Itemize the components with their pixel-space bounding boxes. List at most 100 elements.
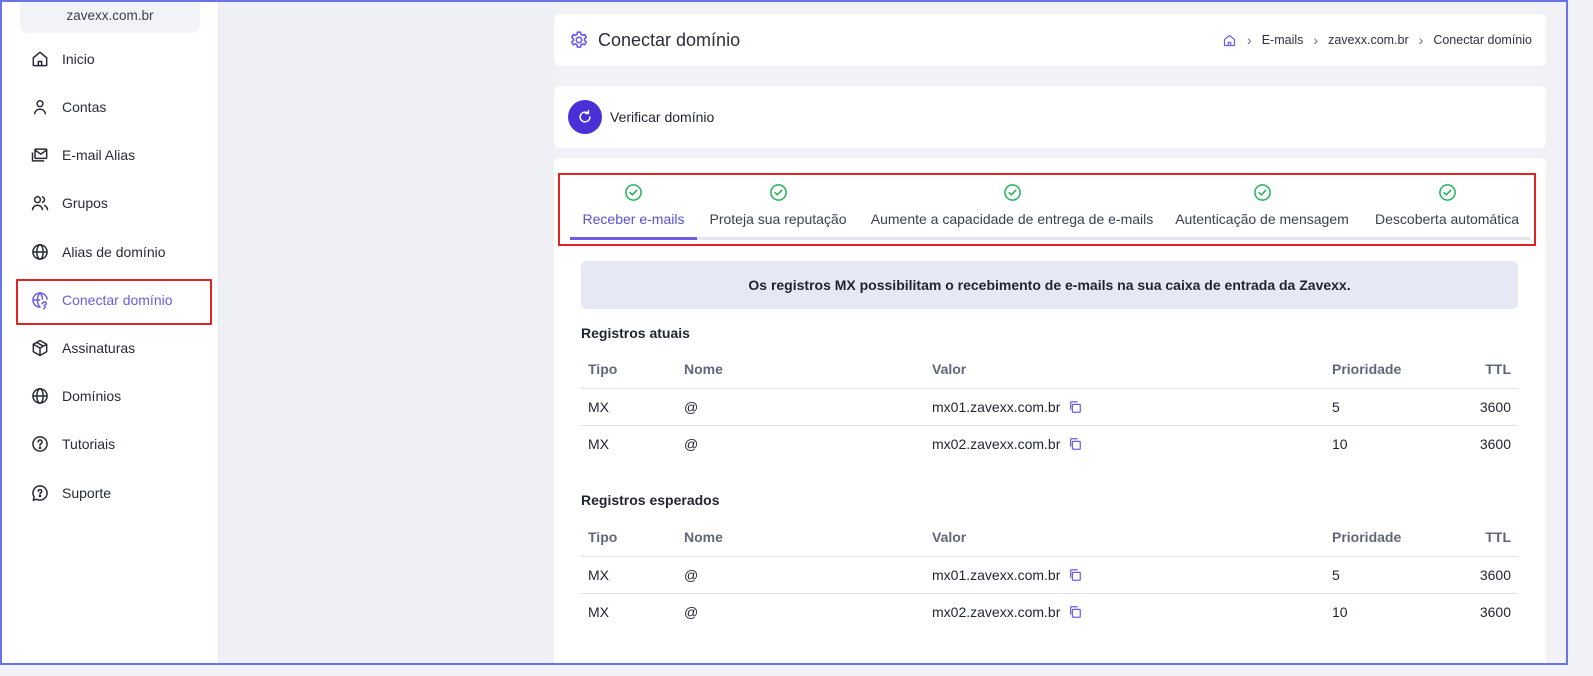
page-header: Conectar domínio › E-mails › zavexx.com.… (554, 14, 1546, 66)
cell-prioridade: 5 (1325, 556, 1445, 594)
tab-label: Descoberta automática (1375, 211, 1519, 227)
cell-ttl: 3600 (1445, 556, 1518, 594)
sidebar-item-label: Suporte (62, 485, 112, 501)
tab-label: Aumente a capacidade de entrega de e-mai… (870, 211, 1154, 227)
chat-help-icon (32, 485, 48, 501)
sidebar-item-label: Conectar domínio (62, 292, 173, 308)
column-header-tipo: Tipo (581, 351, 677, 389)
check-circle-icon (769, 184, 787, 201)
copy-icon[interactable] (1068, 568, 1082, 582)
copy-icon[interactable] (1068, 400, 1082, 414)
refresh-icon (579, 109, 591, 123)
sidebar-item-grupos[interactable]: Grupos (16, 183, 208, 223)
sidebar-item-dominios[interactable]: Domínios (16, 376, 208, 416)
tab-capacidade-entrega[interactable]: Aumente a capacidade de entrega de e-mai… (870, 179, 1154, 239)
cell-tipo: MX (588, 603, 609, 620)
sidebar-item-label: Domínios (62, 388, 122, 404)
chevron-right-icon: › (1313, 32, 1319, 48)
column-header-prioridade: Prioridade (1325, 519, 1445, 557)
help-circle-icon (32, 436, 48, 452)
cell-tipo: MX (588, 435, 609, 452)
sidebar-item-inicio[interactable]: Inicio (16, 39, 208, 79)
home-icon (32, 51, 48, 67)
column-header-valor: Valor (925, 351, 1325, 389)
home-icon[interactable] (1222, 33, 1237, 48)
current-records-title: Registros atuais (581, 325, 690, 341)
cell-valor-text: mx02.zavexx.com.br (932, 435, 1061, 452)
cell-ttl: 3600 (1445, 388, 1518, 426)
column-header-ttl: TTL (1445, 519, 1518, 557)
sidebar-item-contas[interactable]: Contas (16, 87, 208, 127)
cell-ttl: 3600 (1479, 603, 1511, 620)
sidebar-item-email-alias[interactable]: E-mail Alias (16, 135, 208, 175)
breadcrumb-emails[interactable]: E-mails (1262, 33, 1304, 47)
globe-icon (32, 388, 48, 404)
cell-valor-text: mx01.zavexx.com.br (932, 398, 1061, 415)
cell-prioridade: 10 (1332, 435, 1348, 452)
check-circle-icon (625, 184, 642, 201)
cell-tipo: MX (581, 556, 677, 594)
verify-domain-label[interactable]: Verificar domínio (610, 86, 714, 148)
check-circle-icon (1253, 184, 1271, 201)
cell-valor: mx01.zavexx.com.br (925, 388, 1325, 426)
cell-valor-text: mx01.zavexx.com.br (932, 566, 1061, 583)
column-header-prioridade: Prioridade (1325, 351, 1445, 389)
sidebar-item-label: Tutoriais (62, 436, 116, 452)
column-header-tipo: Tipo (581, 519, 677, 557)
globe-link-icon (32, 292, 48, 310)
chevron-right-icon: › (1418, 32, 1424, 48)
sidebar-item-label: Inicio (62, 51, 95, 67)
tab-active-indicator (570, 237, 697, 240)
sidebar-item-label: E-mail Alias (62, 147, 136, 163)
sidebar-item-tutoriais[interactable]: Tutoriais (16, 424, 208, 464)
cell-nome: @ (677, 388, 925, 426)
sidebar-item-alias-dominio[interactable]: Alias de domínio (16, 232, 208, 272)
sidebar-item-label: Grupos (62, 195, 108, 211)
copy-icon[interactable] (1068, 437, 1082, 451)
tab-descoberta-automatica[interactable]: Descoberta automática (1372, 179, 1522, 239)
tab-label: Proteja sua reputação (709, 211, 847, 227)
cell-valor: mx02.zavexx.com.br (925, 593, 1325, 630)
sidebar-item-assinaturas[interactable]: Assinaturas (16, 328, 208, 368)
breadcrumb-domain[interactable]: zavexx.com.br (1328, 33, 1409, 47)
column-header-nome: Nome (677, 519, 925, 557)
table-row: MX @ mx01.zavexx.com.br 5 3600 (581, 556, 1518, 594)
info-banner: Os registros MX possibilitam o recebimen… (581, 261, 1518, 309)
tab-receber-emails[interactable]: Receber e-mails (570, 179, 697, 240)
sidebar: zavexx.com.br Inicio Contas E-mail Alias… (2, 2, 219, 663)
column-header-valor: Valor (925, 519, 1325, 557)
verify-card: Verificar domínio (554, 86, 1546, 148)
page-title: Conectar domínio (568, 14, 740, 66)
gear-icon (570, 31, 588, 48)
breadcrumb: › E-mails › zavexx.com.br › Conectar dom… (1222, 14, 1532, 66)
breadcrumb-current: Conectar domínio (1433, 33, 1532, 47)
column-header-nome: Nome (677, 351, 925, 389)
chevron-right-icon: › (1247, 32, 1252, 48)
table-row: MX @ mx02.zavexx.com.br 10 3600 (581, 593, 1518, 630)
column-header-ttl: TTL (1445, 351, 1518, 389)
table-row: MX @ mx01.zavexx.com.br 5 3600 (581, 388, 1518, 426)
verify-domain-button[interactable] (568, 100, 602, 134)
cell-valor: mx01.zavexx.com.br (925, 556, 1325, 594)
cell-prioridade: 10 (1332, 603, 1348, 620)
check-circle-icon (1438, 184, 1456, 201)
current-records-table: Tipo Nome Valor Prioridade TTL MX @ mx01… (581, 351, 1518, 462)
tab-label: Receber e-mails (582, 211, 685, 227)
sidebar-item-suporte[interactable]: Suporte (16, 473, 208, 513)
sidebar-item-conectar-dominio[interactable]: Conectar domínio (16, 279, 212, 325)
cell-ttl: 3600 (1479, 435, 1511, 452)
table-header-row: Tipo Nome Valor Prioridade TTL (581, 519, 1518, 557)
expected-records-title: Registros esperados (581, 492, 720, 508)
table-row: MX @ mx02.zavexx.com.br 10 3600 (581, 425, 1518, 462)
mail-stack-icon (31, 148, 48, 162)
tabs-bar: Receber e-mails Proteja sua reputação Au… (558, 173, 1536, 246)
records-card: Receber e-mails Proteja sua reputação Au… (554, 158, 1546, 663)
copy-icon[interactable] (1068, 605, 1082, 619)
user-icon (33, 100, 47, 115)
table-header-row: Tipo Nome Valor Prioridade TTL (581, 351, 1518, 389)
cell-valor: mx02.zavexx.com.br (925, 425, 1325, 462)
tab-autenticacao-mensagem[interactable]: Autenticação de mensagem (1175, 179, 1349, 239)
tab-proteja-reputacao[interactable]: Proteja sua reputação (708, 179, 848, 239)
cell-nome: @ (684, 603, 699, 620)
cell-nome: @ (677, 556, 925, 594)
